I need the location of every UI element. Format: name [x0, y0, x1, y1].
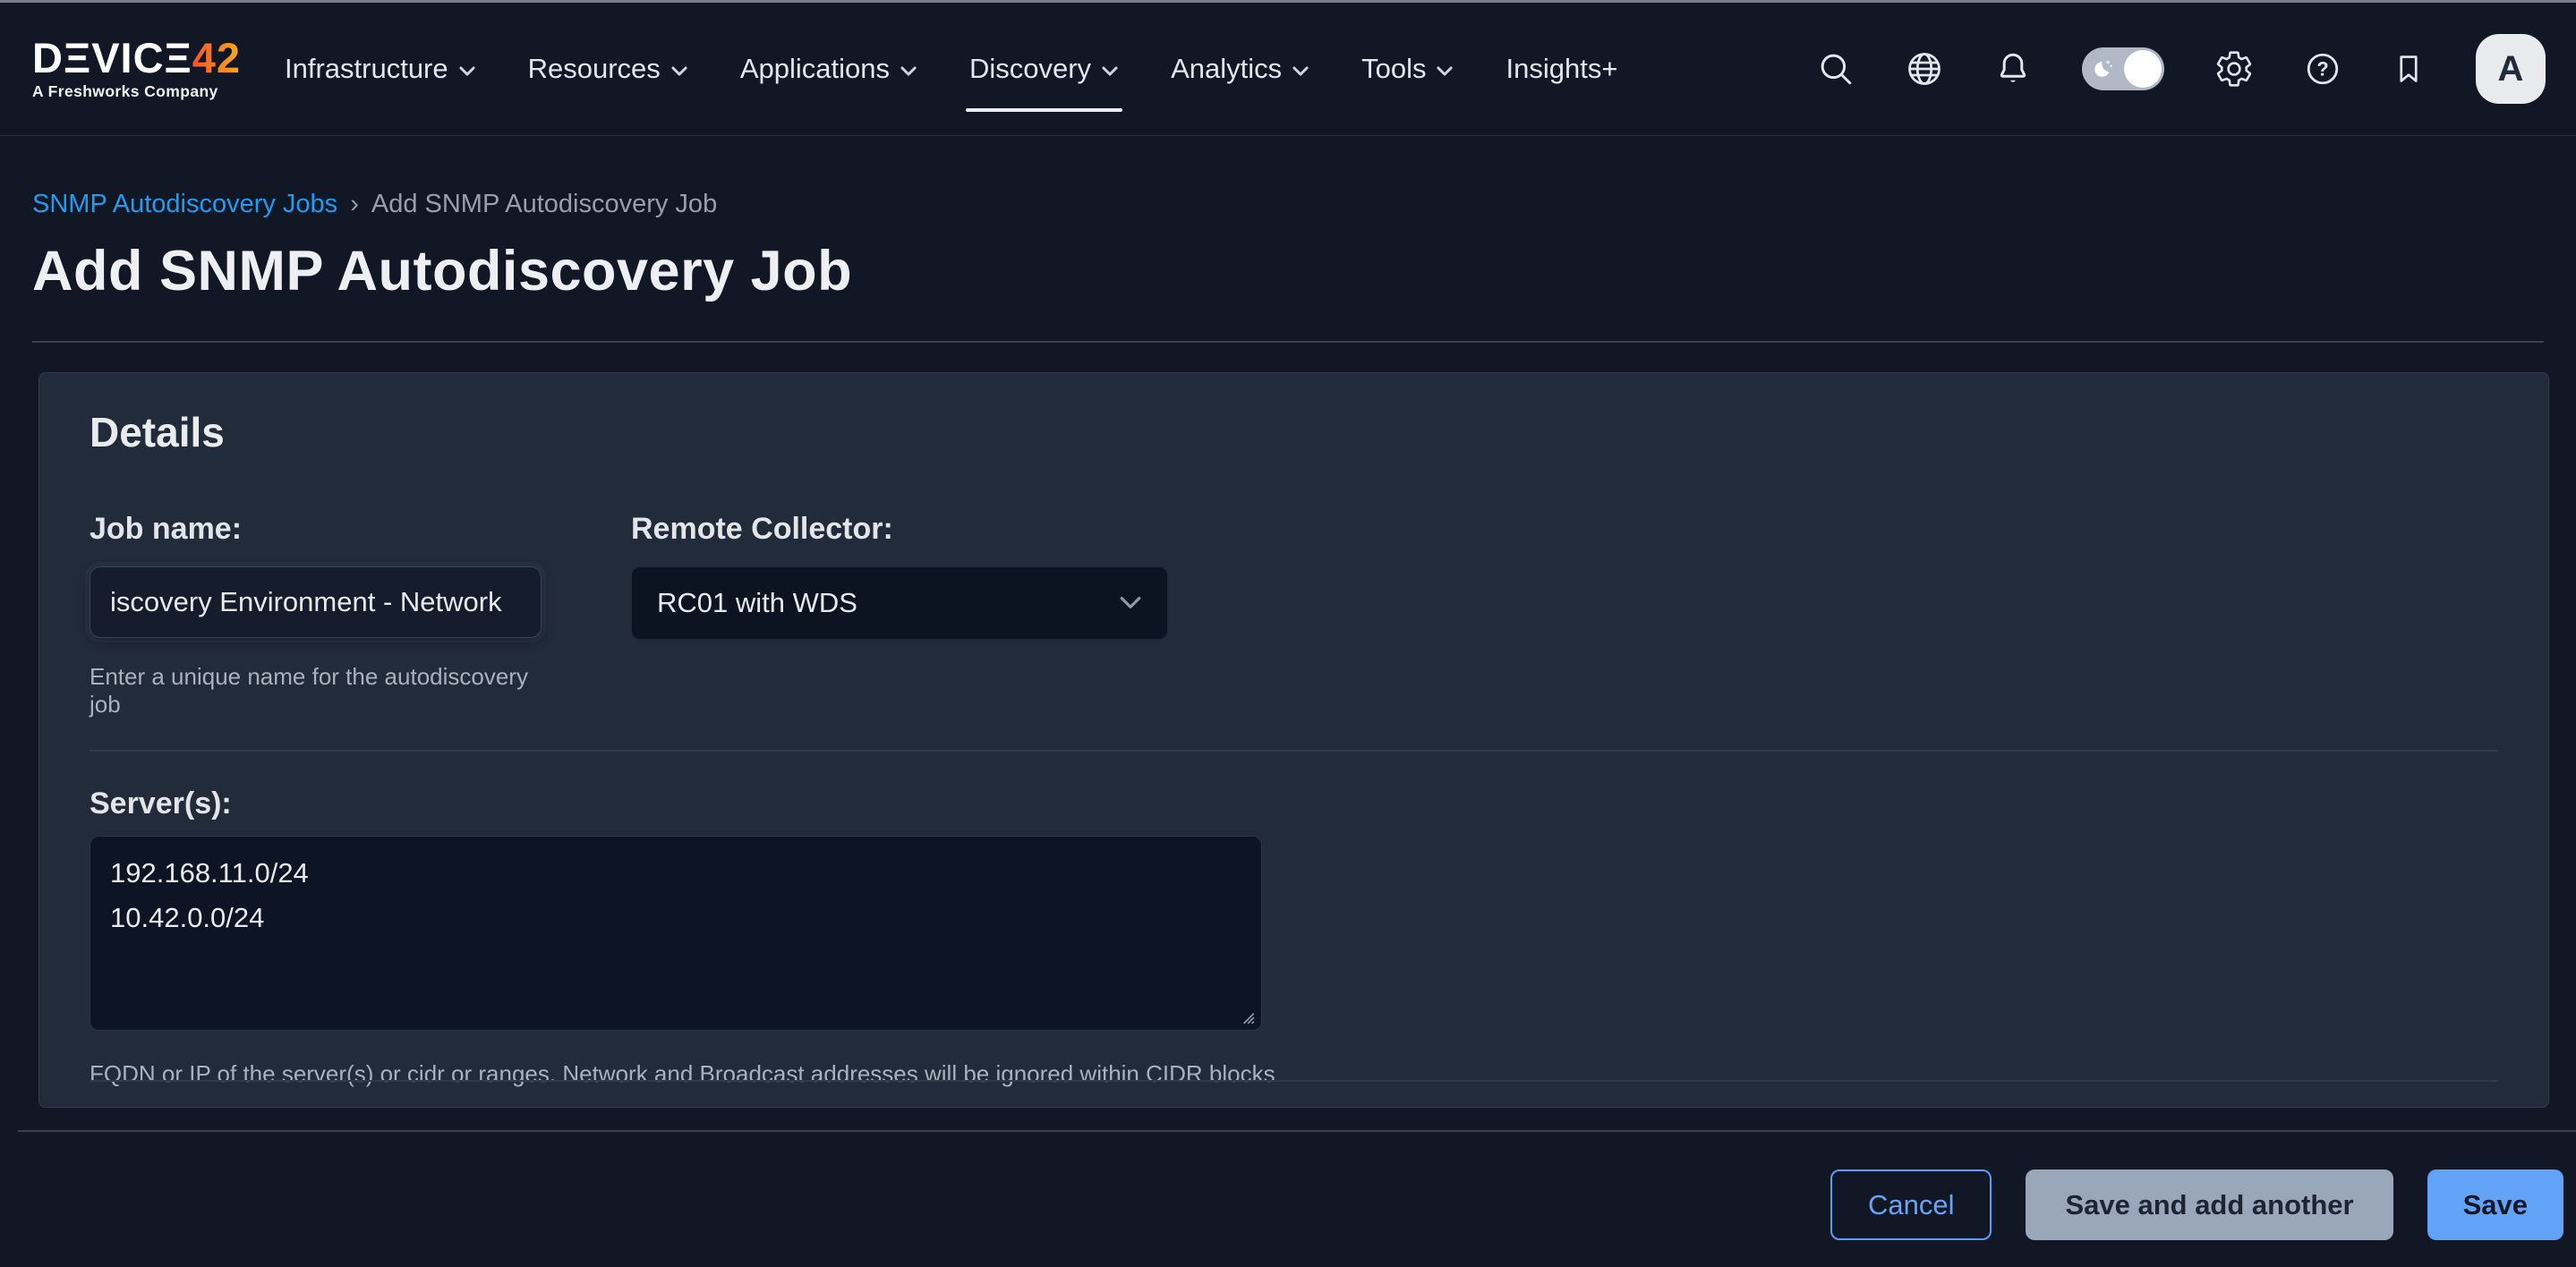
page-title: Add SNMP Autodiscovery Job — [32, 239, 2544, 303]
job-name-label: Job name: — [90, 511, 542, 548]
nav-item-label: Applications — [740, 53, 890, 85]
breadcrumb-separator: › — [350, 190, 359, 219]
nav-item-applications[interactable]: Applications — [740, 53, 917, 85]
help-icon[interactable]: ? — [2304, 50, 2341, 88]
remote-collector-select[interactable]: RC01 with WDS — [631, 566, 1168, 640]
chevron-down-icon — [670, 65, 688, 77]
globe-icon[interactable] — [1905, 49, 1944, 89]
nav-item-analytics[interactable]: Analytics — [1171, 53, 1309, 85]
nav-item-label: Insights+ — [1506, 53, 1617, 85]
footer-divider — [18, 1130, 2576, 1132]
user-avatar[interactable]: A — [2476, 34, 2546, 104]
nav-item-label: Infrastructure — [285, 53, 448, 85]
cancel-button[interactable]: Cancel — [1830, 1169, 1992, 1240]
servers-label: Server(s): — [90, 786, 2498, 822]
details-card: Details Job name: Enter a unique name fo… — [38, 372, 2549, 1108]
nav-item-label: Discovery — [969, 53, 1091, 85]
avatar-initial: A — [2498, 49, 2524, 89]
logo-accent: 42 — [192, 34, 241, 81]
save-button[interactable]: Save — [2427, 1169, 2563, 1240]
title-divider — [32, 341, 2544, 343]
select-chevron-down-icon — [1119, 595, 1142, 610]
notifications-bell-icon[interactable] — [1994, 50, 2032, 88]
breadcrumb-parent-link[interactable]: SNMP Autodiscovery Jobs — [32, 190, 337, 219]
svg-text:?: ? — [2316, 58, 2328, 81]
nav-item-label: Tools — [1361, 53, 1426, 85]
chevron-down-icon — [458, 65, 476, 77]
breadcrumb-current: Add SNMP Autodiscovery Job — [371, 190, 717, 219]
chevron-down-icon — [1436, 65, 1454, 77]
servers-help-text: FQDN or IP of the server(s) or cidr or r… — [90, 1060, 2498, 1088]
chevron-down-icon — [900, 65, 917, 77]
bookmark-icon[interactable] — [2392, 50, 2426, 88]
save-and-add-another-button[interactable]: Save and add another — [2026, 1169, 2393, 1240]
nav-item-tools[interactable]: Tools — [1361, 53, 1454, 85]
remote-collector-selected-value: RC01 with WDS — [657, 587, 857, 619]
job-name-input[interactable] — [90, 566, 542, 638]
moon-stars-icon — [2088, 55, 2117, 83]
nav-item-label: Analytics — [1171, 53, 1282, 85]
card-bottom-divider — [90, 1080, 2498, 1082]
servers-textarea[interactable] — [90, 836, 1262, 1031]
nav-item-resources[interactable]: Resources — [528, 53, 688, 85]
job-name-help-text: Enter a unique name for the autodiscover… — [90, 663, 542, 719]
nav-item-insights[interactable]: Insights+ — [1506, 53, 1617, 85]
toggle-knob — [2124, 50, 2162, 88]
nav-item-label: Resources — [528, 53, 661, 85]
logo-wordmark: DΞVICΞ42 — [32, 37, 243, 79]
section-title: Details — [90, 373, 2498, 459]
remote-collector-label: Remote Collector: — [631, 511, 1168, 548]
search-icon[interactable] — [1817, 50, 1855, 88]
nav-item-discovery[interactable]: Discovery — [969, 53, 1119, 85]
logo-main: DΞVICΞ — [32, 34, 192, 81]
section-divider — [90, 750, 2498, 752]
breadcrumb: SNMP Autodiscovery Jobs › Add SNMP Autod… — [32, 190, 2544, 219]
footer-actions: Cancel Save and add another Save — [0, 1169, 2576, 1240]
logo-tagline: A Freshworks Company — [32, 82, 243, 101]
servers-textarea-wrap — [90, 836, 1262, 1035]
nav-utility-icons: ? A — [1817, 34, 2546, 104]
remote-collector-field-group: Remote Collector: RC01 with WDS — [631, 511, 1168, 719]
chevron-down-icon — [1292, 65, 1309, 77]
top-navigation-bar: DΞVICΞ42 A Freshworks Company Infrastruc… — [0, 3, 2576, 136]
device42-logo[interactable]: DΞVICΞ42 A Freshworks Company — [32, 37, 243, 101]
field-row-top: Job name: Enter a unique name for the au… — [90, 511, 2498, 719]
nav-item-infrastructure[interactable]: Infrastructure — [285, 53, 476, 85]
job-name-field-group: Job name: Enter a unique name for the au… — [90, 511, 542, 719]
main-menu: Infrastructure Resources Applications Di… — [285, 53, 1617, 85]
dark-mode-toggle[interactable] — [2082, 47, 2164, 90]
chevron-down-icon — [1101, 65, 1119, 77]
settings-gear-icon[interactable] — [2214, 49, 2254, 89]
